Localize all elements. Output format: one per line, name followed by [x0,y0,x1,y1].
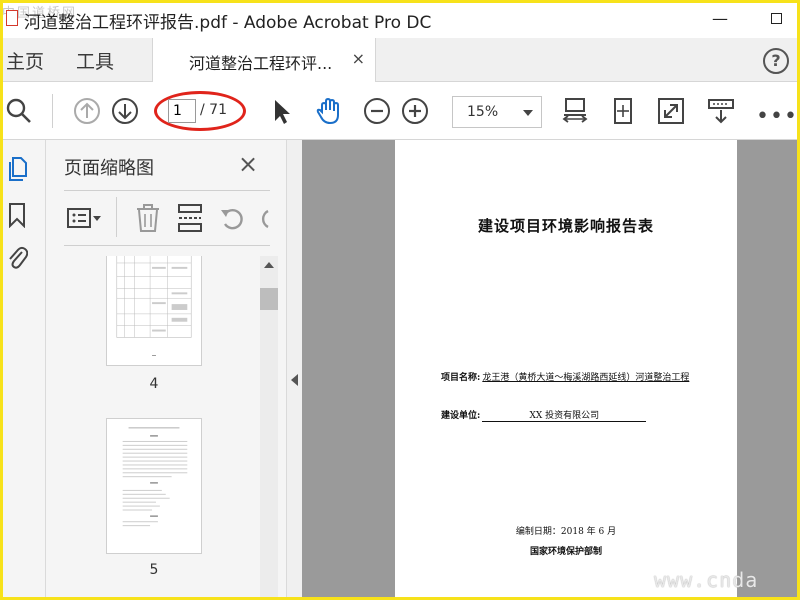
panel-splitter[interactable] [286,140,302,600]
window-title: 河道整治工程环评报告.pdf - Adobe Acrobat Pro DC [24,13,432,33]
zoom-in-icon[interactable] [400,96,430,126]
panel-toolbar [64,190,270,246]
full-screen-icon[interactable] [656,96,686,126]
fit-page-icon[interactable] [560,96,590,126]
page-thumbnail[interactable] [106,418,202,554]
close-panel-icon[interactable]: × [238,150,258,178]
page-up-icon[interactable] [72,96,102,126]
scrollbar-thumb[interactable] [260,288,278,310]
pdf-page: 建设项目环境影响报告表 项目名称: 龙王港（黄桥大道～梅溪湖路西延线）河道整治工程… [395,140,737,600]
panel-title: 页面缩略图 [64,158,154,179]
current-page-input[interactable] [168,99,196,123]
bookmarks-icon[interactable] [6,202,28,228]
thumbnail-list: 4 5 [46,256,260,600]
tab-tools[interactable]: 工具 [76,47,114,74]
thumbnail-page-number: 5 [149,562,159,578]
rotate-right-icon[interactable] [256,203,270,233]
delete-page-icon[interactable] [134,203,162,233]
close-tab-icon[interactable]: × [352,49,365,68]
thumbnail-options-icon[interactable] [66,203,102,233]
zoom-select[interactable]: 15% [452,96,542,128]
scroll-up-icon[interactable] [264,262,274,268]
project-name-field: 项目名称: 龙王港（黄桥大道～梅溪湖路西延线）河道整治工程 [441,370,689,383]
tab-document-label: 河道整治工程环评... [189,54,333,73]
rotate-left-icon[interactable] [218,203,246,233]
pdf-file-icon [6,10,18,26]
project-name-value: 龙王港（黄桥大道～梅溪湖路西延线）河道整治工程 [482,373,690,383]
zoom-value: 15% [467,104,499,120]
tab-document[interactable]: 河道整治工程环评... × [152,38,376,82]
collapse-panel-icon[interactable] [291,374,298,386]
attachments-icon[interactable] [6,244,28,270]
insert-page-icon[interactable] [176,203,204,233]
document-org: 国家环境保护部制 [529,547,602,557]
search-icon[interactable] [4,96,34,126]
hand-tool-icon[interactable] [314,96,344,126]
zoom-out-icon[interactable] [362,96,392,126]
unit-label: 建设单位: [441,411,481,421]
toolbar-divider [52,94,53,128]
page-navigator: / 71 [154,91,246,131]
left-nav-strip [0,140,46,600]
rotate-page-icon[interactable] [608,96,638,126]
panel-divider [116,197,117,237]
thumbnail-scrollbar[interactable] [260,256,278,600]
unit-field: 建设单位: XX 投资有限公司 [441,408,647,422]
unit-value: XX 投资有限公司 [482,408,647,422]
thumbnail-panel: 页面缩略图 × 4 5 [46,140,286,600]
page-down-icon[interactable] [110,96,140,126]
maximize-button[interactable] [756,6,796,32]
chevron-down-icon [523,110,533,116]
project-name-label: 项目名称: [441,373,481,383]
total-pages-label: / 71 [200,102,227,118]
maximize-icon [770,13,782,24]
more-icon[interactable]: ••• [756,104,798,129]
title-bar: 中国道桥网 河道整治工程环评报告.pdf - Adobe Acrobat Pro… [0,0,800,38]
document-title: 建设项目环境影响报告表 [477,217,654,235]
minimize-button[interactable]: — [700,6,740,32]
watermark-bottom: www.cnda [654,568,759,592]
page-thumbnails-icon[interactable] [6,156,28,182]
help-icon[interactable]: ? [763,48,789,74]
select-cursor-icon[interactable] [266,96,296,126]
document-date: 编制日期：2018 年 6 月 [515,527,617,537]
tab-home[interactable]: 主页 [6,47,44,74]
page-thumbnail[interactable] [106,256,202,366]
tab-bar: 主页 工具 河道整治工程环评... × ? [0,38,800,82]
document-view: 建设项目环境影响报告表 项目名称: 龙王港（黄桥大道～梅溪湖路西延线）河道整治工程… [302,140,800,600]
toolbar: / 71 15% ••• [0,82,800,140]
read-mode-icon[interactable] [706,96,736,126]
thumbnail-page-number: 4 [149,376,159,392]
